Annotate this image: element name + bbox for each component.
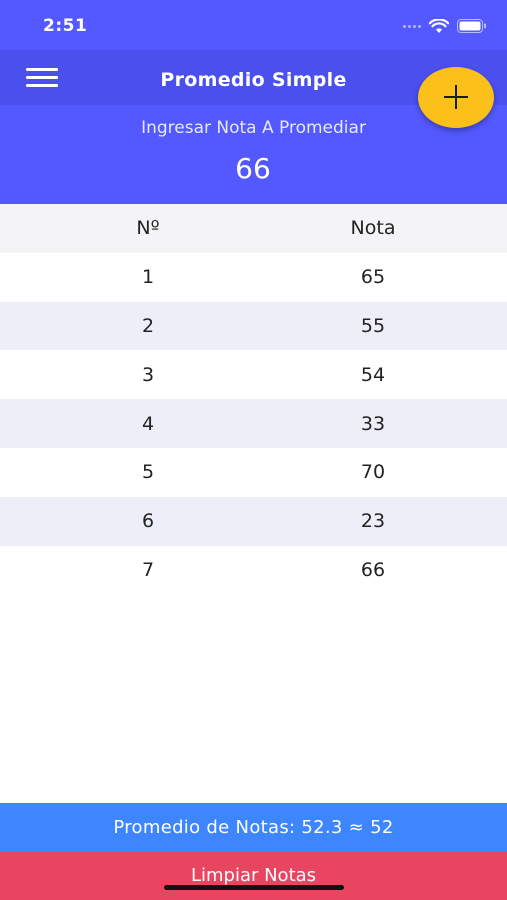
row-grade: 70 [360,461,386,484]
status-bar: 2:51 [0,0,507,50]
row-grade: 23 [360,510,386,533]
battery-icon [457,19,486,33]
row-grade: 66 [360,558,386,581]
table-row: 3 54 [0,350,507,399]
row-grade: 65 [360,266,386,289]
grade-input[interactable] [153,149,353,187]
grades-table: Nº Nota 1 65 2 55 3 54 4 33 5 70 6 23 7 … [0,204,507,594]
table-header-row: Nº Nota [0,204,507,253]
status-time: 2:51 [43,16,88,36]
column-header-grade: Nota [350,217,396,240]
row-number: 3 [141,363,155,386]
clear-grades-button[interactable]: Limpiar Notas [0,852,507,900]
wifi-icon [429,18,449,33]
column-header-number: Nº [136,217,160,240]
table-row: 1 65 [0,253,507,302]
row-number: 7 [141,558,155,581]
row-number: 2 [141,314,155,337]
row-grade: 54 [360,363,386,386]
table-row: 5 70 [0,448,507,497]
row-number: 6 [141,510,155,533]
table-row: 4 33 [0,399,507,448]
table-row: 2 55 [0,301,507,351]
table-row: 7 66 [0,546,507,595]
row-number: 5 [141,461,155,484]
row-grade: 33 [360,412,386,435]
status-icons [403,16,487,36]
row-number: 4 [141,412,155,435]
average-result: Promedio de Notas: 52.3 ≈ 52 [0,803,507,852]
home-indicator [164,885,344,890]
signal-dots-icon [403,24,421,28]
add-grade-button[interactable] [418,67,494,128]
row-grade: 55 [360,314,386,337]
row-number: 1 [141,266,155,289]
table-row: 6 23 [0,496,507,546]
